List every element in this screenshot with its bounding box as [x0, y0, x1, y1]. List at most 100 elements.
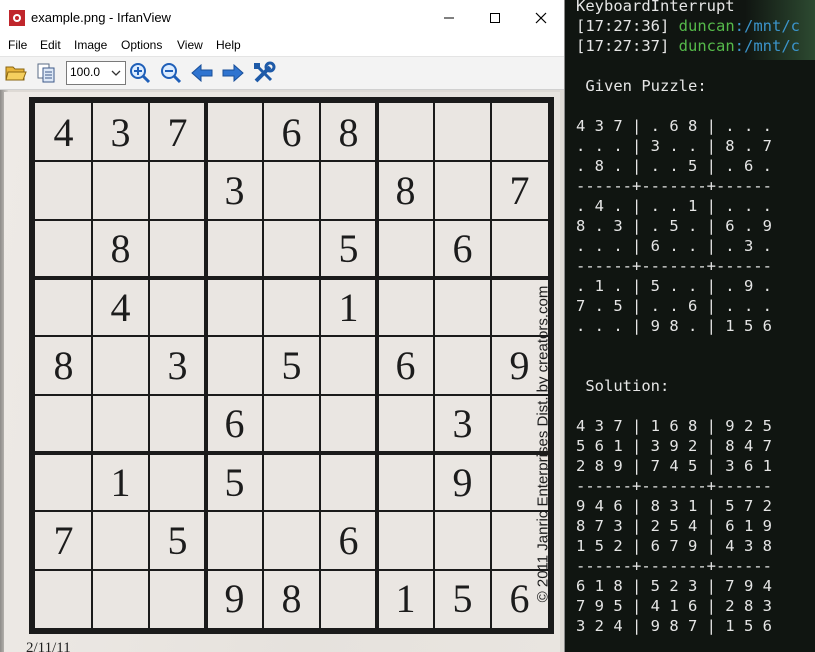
sudoku-cell: 6 — [338, 517, 359, 563]
close-button[interactable] — [518, 0, 564, 36]
sudoku-cell: 8 — [110, 226, 131, 272]
toolbar: 100.0 — [0, 57, 564, 90]
sudoku-cell — [149, 570, 206, 628]
terminal-line: 7 . 5 | . . 6 | . . . — [576, 297, 772, 315]
irfanview-app-icon — [9, 10, 25, 26]
sudoku-cell — [92, 161, 149, 219]
sudoku-cell — [92, 336, 149, 394]
title-bar[interactable]: example.png - IrfanView — [0, 0, 564, 36]
sudoku-cell — [206, 511, 263, 569]
terminal-line: 2 8 9 | 7 4 5 | 3 6 1 — [576, 457, 772, 475]
sudoku-cell: 8 — [338, 109, 359, 155]
terminal-line: KeyboardInterrupt — [576, 0, 735, 15]
zoom-out-icon — [161, 63, 182, 84]
copyright-text: © 2011 Janric Enterprises Dist. by creat… — [534, 285, 552, 603]
sudoku-cell — [320, 161, 377, 219]
terminal-line: Solution: — [576, 377, 670, 395]
terminal-line: 5 6 1 | 3 9 2 | 8 4 7 — [576, 437, 772, 455]
sudoku-cell: 5 — [224, 459, 245, 505]
zoom-in-button[interactable] — [127, 60, 153, 86]
sudoku-cell: 1 — [110, 459, 131, 505]
zoom-out-button[interactable] — [158, 60, 184, 86]
menu-view[interactable]: View — [177, 38, 203, 52]
next-image-button[interactable] — [220, 60, 246, 86]
sudoku-cell — [92, 570, 149, 628]
menu-options[interactable]: Options — [121, 38, 162, 52]
sudoku-cell: 6 — [452, 226, 473, 272]
terminal-line: 9 4 6 | 8 3 1 | 5 7 2 — [576, 497, 772, 515]
menu-help[interactable]: Help — [216, 38, 241, 52]
menu-file[interactable]: File — [8, 38, 27, 52]
sudoku-cell: 5 — [452, 576, 473, 622]
zoom-select[interactable]: 100.0 — [66, 61, 126, 85]
sudoku-cell — [92, 395, 149, 453]
terminal-line: ------+-------+------ — [576, 177, 772, 195]
sudoku-cell: 7 — [509, 167, 530, 213]
terminal-line: ------+-------+------ — [576, 477, 772, 495]
menu-image[interactable]: Image — [74, 38, 107, 52]
previous-arrow-icon — [191, 64, 213, 82]
sudoku-cell: 1 — [395, 576, 416, 622]
sudoku-cell — [320, 395, 377, 453]
open-button[interactable] — [3, 60, 29, 86]
prompt-line: [17:27:36] duncan:/mnt/c — [576, 16, 800, 36]
previous-image-button[interactable] — [189, 60, 215, 86]
sudoku-cell — [149, 395, 206, 453]
sudoku-cell — [320, 453, 377, 511]
sudoku-cell — [377, 220, 434, 278]
terminal-window[interactable]: KeyboardInterrupt Given Puzzle: 4 3 7 | .… — [565, 0, 815, 652]
terminal-line: . . . | 3 . . | 8 . 7 — [576, 137, 772, 155]
sudoku-grid: 4376838785641835696315975698156 — [29, 97, 554, 634]
copy-button[interactable] — [33, 60, 59, 86]
sudoku-cell — [377, 511, 434, 569]
sudoku-cell: 5 — [281, 342, 302, 388]
sudoku-cell: 3 — [452, 401, 473, 447]
sudoku-cell — [35, 453, 92, 511]
image-canvas[interactable]: 4376838785641835696315975698156 © 2011 J… — [0, 90, 564, 652]
sudoku-cell — [35, 161, 92, 219]
sudoku-cell — [35, 278, 92, 336]
sudoku-cell — [377, 103, 434, 161]
terminal-line: . 8 . | . . 5 | . 6 . — [576, 157, 772, 175]
sudoku-cell — [377, 395, 434, 453]
sudoku-cell — [263, 511, 320, 569]
sudoku-cell — [206, 103, 263, 161]
sudoku-photo: 4376838785641835696315975698156 © 2011 J… — [4, 92, 560, 652]
maximize-icon — [490, 13, 500, 23]
sudoku-cell — [377, 453, 434, 511]
maximize-button[interactable] — [472, 0, 518, 36]
sudoku-cell: 3 — [110, 109, 131, 155]
properties-button[interactable] — [251, 60, 277, 86]
sudoku-cell — [377, 278, 434, 336]
terminal-line: 6 1 8 | 5 2 3 | 7 9 4 — [576, 577, 772, 595]
sudoku-cell: 9 — [452, 459, 473, 505]
terminal-line: ------+-------+------ — [576, 257, 772, 275]
sudoku-cell — [206, 336, 263, 394]
sudoku-cell: 4 — [53, 109, 74, 155]
terminal-line: . 4 . | . . 1 | . . . — [576, 197, 772, 215]
minimize-button[interactable] — [426, 0, 472, 36]
sudoku-cell — [434, 511, 491, 569]
menu-edit[interactable]: Edit — [40, 38, 61, 52]
sudoku-cell: 6 — [395, 342, 416, 388]
terminal-line: 1 5 2 | 6 7 9 | 4 3 8 — [576, 537, 772, 555]
menu-bar: File Edit Image Options View Help — [0, 36, 564, 57]
terminal-line: . . . | 9 8 . | 1 5 6 — [576, 317, 772, 335]
sudoku-cell: 5 — [167, 517, 188, 563]
zoom-in-icon — [130, 63, 151, 84]
sudoku-cell: 3 — [167, 342, 188, 388]
sudoku-cell — [434, 278, 491, 336]
terminal-line: . 1 . | 5 . . | . 9 . — [576, 277, 772, 295]
sudoku-cell — [149, 453, 206, 511]
minimize-icon — [444, 17, 454, 19]
sudoku-cell — [149, 278, 206, 336]
sudoku-cell: 8 — [395, 167, 416, 213]
sudoku-cell: 4 — [110, 284, 131, 330]
sudoku-cell: 7 — [167, 109, 188, 155]
sudoku-cell — [434, 161, 491, 219]
terminal-line: . . . | 6 . . | . 3 . — [576, 237, 772, 255]
sudoku-cell — [35, 395, 92, 453]
sudoku-cell — [149, 161, 206, 219]
sudoku-cell — [434, 103, 491, 161]
sudoku-cell — [206, 220, 263, 278]
